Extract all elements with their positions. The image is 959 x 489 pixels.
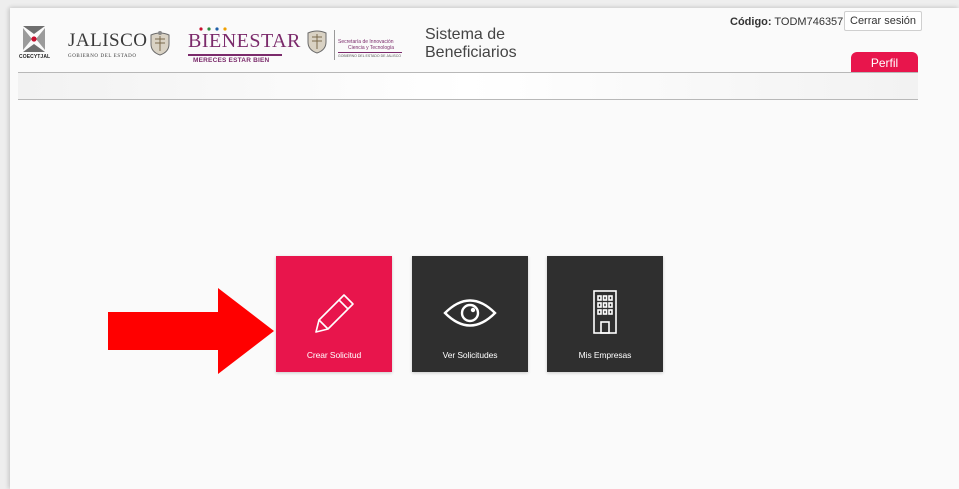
page: COECYTJAL JALISCO GOBIERNO DEL ESTADO BI… [10,8,959,489]
tab-perfil[interactable]: Perfil [851,52,918,72]
mis-empresas-label: Mis Empresas [578,350,632,360]
coecytjal-logo-mark [23,26,45,52]
jalisco-seal-icon [150,31,170,56]
jalisco-logo: JALISCO GOBIERNO DEL ESTADO [68,30,176,66]
bienestar-logo-text: BIENESTAR [188,30,301,52]
user-code: Código: TODM746357 [730,16,843,28]
header: COECYTJAL JALISCO GOBIERNO DEL ESTADO BI… [10,8,959,100]
secretaria-bar [338,52,402,53]
app-title-line1: Sistema de [425,26,506,43]
secretaria-seal-icon [307,30,327,54]
secretaria-line3: GOBIERNO DEL ESTADO DE JALISCO [338,54,402,58]
ver-solicitudes-label: Ver Solicitudes [442,350,498,360]
nav-band [18,73,918,99]
ver-solicitudes-tile[interactable]: Ver Solicitudes [412,256,528,372]
arrow-right-icon [108,288,274,374]
crear-solicitud-tile[interactable]: Crear Solicitud [276,256,392,372]
jalisco-logo-subtext: GOBIERNO DEL ESTADO [68,54,137,59]
coecytjal-logo: COECYTJAL [19,26,51,66]
coecytjal-logo-text: COECYTJAL [19,54,51,60]
mis-empresas-tile[interactable]: Mis Empresas [547,256,663,372]
pencil-icon [315,294,354,333]
logout-button[interactable]: Cerrar sesión [844,11,923,31]
jalisco-logo-text: JALISCO [68,30,148,51]
bienestar-logo-subtext: MERECES ESTAR BIEN [193,57,270,64]
eye-icon [443,299,497,327]
crear-solicitud-label: Crear Solicitud [306,350,362,360]
app-title: Sistema de Beneficiarios [425,26,545,62]
secretaria-line2: Ciencia y Tecnología [348,45,395,51]
user-code-label: Código: [730,16,772,28]
app-title-line2: Beneficiarios [425,44,517,61]
header-divider-bottom [18,99,918,100]
secretaria-divider [334,30,335,60]
bienestar-underline [188,54,282,56]
building-icon [593,290,617,334]
bienestar-logo: BIENESTAR MERECES ESTAR BIEN [188,26,301,66]
user-code-value: TODM746357 [774,16,844,28]
secretaria-logo: Secretaría de Innovación Ciencia y Tecno… [302,26,412,66]
